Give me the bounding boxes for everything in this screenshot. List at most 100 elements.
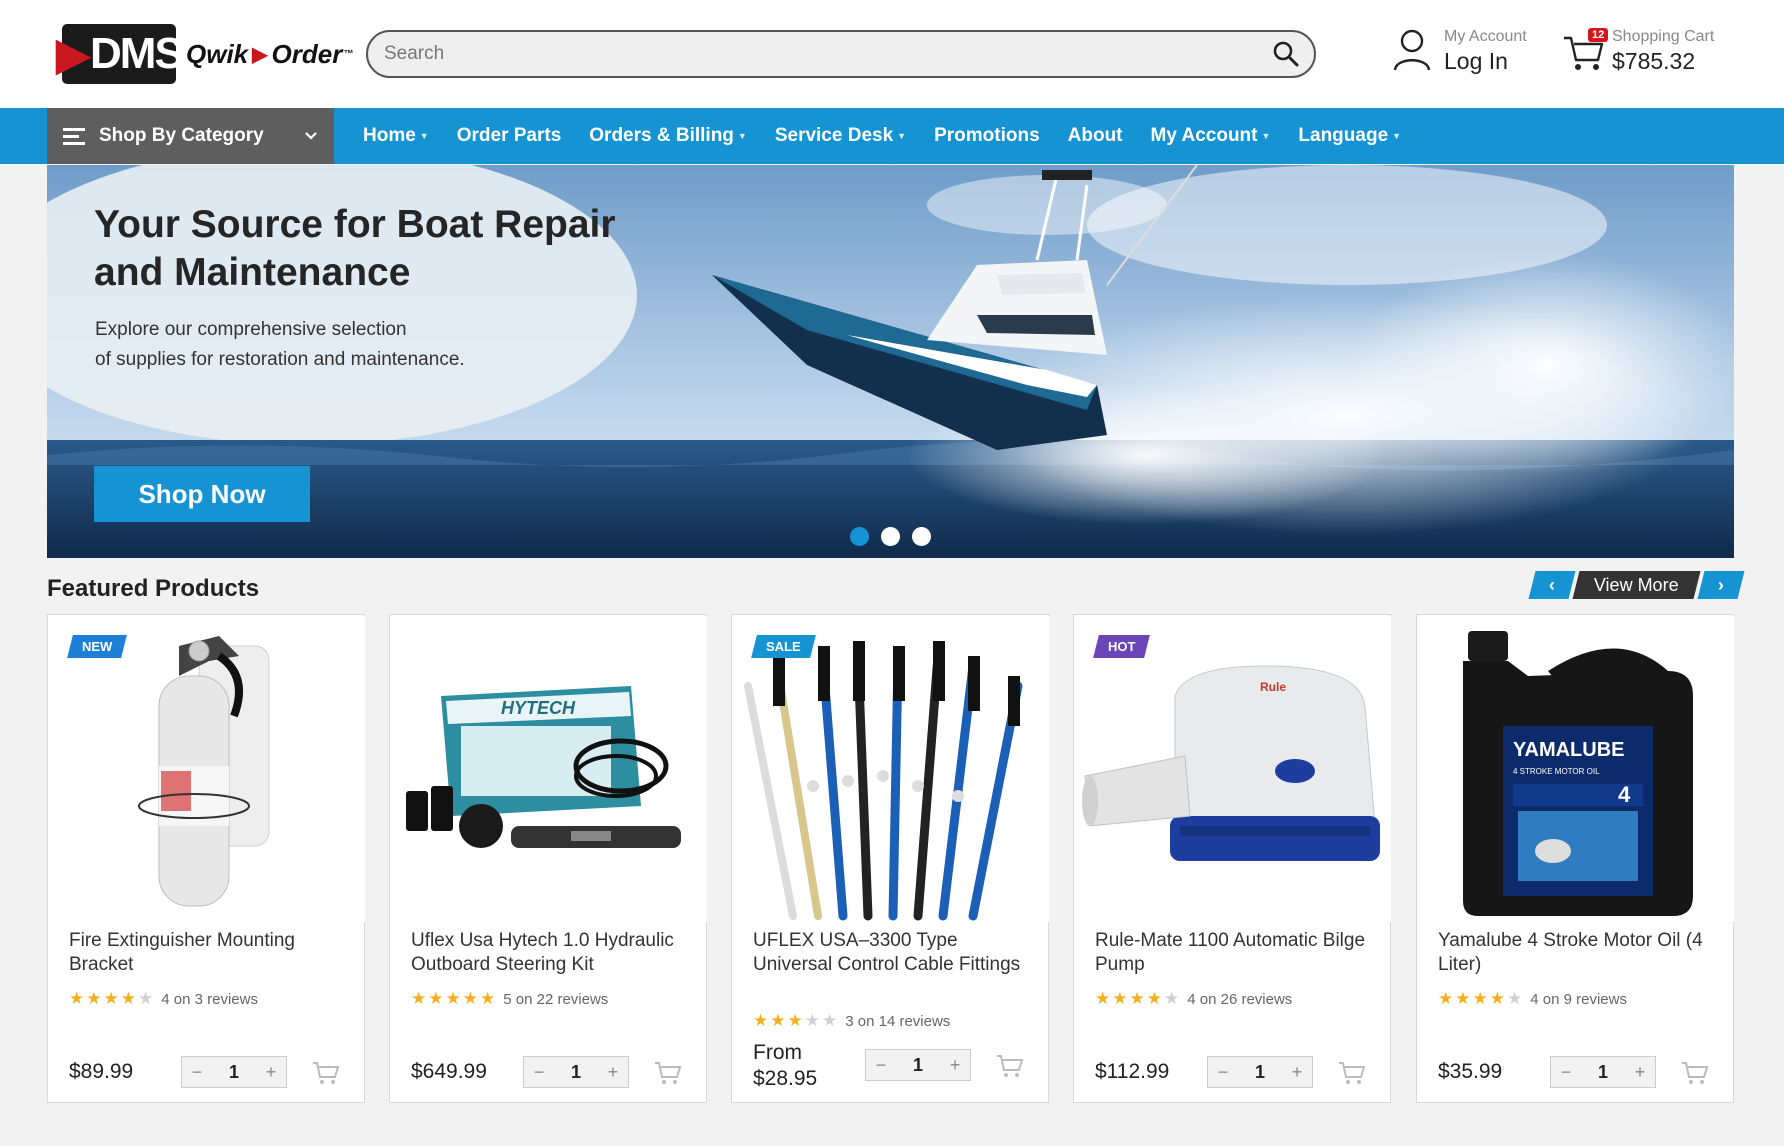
brand-logo[interactable]: ▶ DMS Qwik ▶ Order ™ (56, 24, 353, 84)
fire-extinguisher-image[interactable] (49, 616, 365, 922)
add-to-cart-icon[interactable] (1338, 1060, 1366, 1086)
shopping-cart-link[interactable]: 12 Shopping Cart $785.32 (1562, 28, 1714, 75)
next-arrow-icon[interactable]: › (1697, 571, 1745, 599)
cart-sub-label: Shopping Cart (1612, 28, 1715, 45)
hero-banner: Your Source for Boat Repair and Maintena… (47, 165, 1734, 558)
review-count: 5 on 22 reviews (503, 990, 609, 1008)
quantity-stepper: − 1 + (523, 1056, 629, 1088)
yamalube-sub-label: 4 STROKE MOTOR OIL (1513, 767, 1600, 776)
cart-count-badge: 12 (1588, 28, 1609, 42)
quantity-value[interactable]: 1 (229, 1062, 239, 1083)
caret-down-icon: ▼ (419, 131, 429, 141)
bilge-pump-image[interactable]: Rule (1075, 616, 1391, 922)
quantity-value[interactable]: 1 (1255, 1062, 1265, 1083)
quantity-stepper: − 1 + (865, 1049, 971, 1081)
product-name[interactable]: Rule-Mate 1100 Automatic Bilge Pump (1095, 929, 1375, 977)
user-icon (1392, 28, 1436, 74)
steering-kit-image[interactable]: HYTECH (391, 616, 707, 922)
nav-orders-billing[interactable]: Orders & Billing ▼ (589, 125, 747, 147)
nav-service-desk[interactable]: Service Desk ▼ (775, 125, 906, 147)
nav-language[interactable]: Language ▼ (1298, 125, 1401, 147)
decrement-button[interactable]: − (866, 1055, 896, 1076)
product-rating: ★ ★ ★ ★ ★ 5 on 22 reviews (411, 989, 608, 1009)
carousel-dot-3[interactable] (912, 527, 931, 546)
menu-icon (63, 124, 85, 149)
star-icon: ★ (462, 989, 478, 1008)
decrement-button[interactable]: − (524, 1062, 554, 1083)
star-rating: ★ ★ ★ ★ ★ (1095, 989, 1181, 1009)
featured-products-title: Featured Products (47, 575, 260, 602)
caret-down-icon: ▼ (1392, 131, 1402, 141)
hot-badge: HOT (1093, 635, 1151, 658)
search-bar (366, 30, 1316, 78)
product-name[interactable]: Uflex Usa Hytech 1.0 Hydraulic Outboard … (411, 929, 691, 977)
quantity-stepper: − 1 + (1207, 1056, 1313, 1088)
increment-button[interactable]: + (1282, 1062, 1312, 1083)
star-icon: ★ (428, 989, 444, 1008)
product-card: HYTECH Uflex Usa Hytech 1.0 Hydraulic Ou… (389, 614, 707, 1103)
quantity-value[interactable]: 1 (1598, 1062, 1608, 1083)
increment-button[interactable]: + (598, 1062, 628, 1083)
caret-down-icon: ▼ (737, 131, 747, 141)
hero-title: Your Source for Boat Repair and Maintena… (94, 203, 616, 294)
carousel-dot-1[interactable] (850, 527, 869, 546)
add-to-cart-icon[interactable] (1681, 1060, 1709, 1086)
product-rating: ★ ★ ★ ★ ★ 4 on 3 reviews (69, 989, 258, 1009)
star-icon: ★ (138, 989, 154, 1008)
decrement-button[interactable]: − (1551, 1062, 1581, 1083)
control-cable-fittings-image[interactable] (733, 616, 1049, 922)
product-price: $649.99 (411, 1060, 487, 1083)
nav-promotions[interactable]: Promotions (934, 125, 1040, 147)
nav-my-account[interactable]: My Account ▼ (1151, 125, 1271, 147)
search-icon[interactable] (1272, 40, 1300, 68)
quantity-stepper: − 1 + (1550, 1056, 1656, 1088)
nav-about[interactable]: About (1068, 125, 1123, 147)
product-rating: ★ ★ ★ ★ ★ 4 on 26 reviews (1095, 989, 1292, 1009)
nav-home[interactable]: Home ▼ (363, 125, 429, 147)
product-card: SALE UFLEX USA–3300 Type Universal Contr… (731, 614, 1049, 1103)
star-icon: ★ (1129, 989, 1145, 1008)
star-icon: ★ (103, 989, 119, 1008)
carousel-dot-2[interactable] (881, 527, 900, 546)
nav-order-parts[interactable]: Order Parts (457, 125, 562, 147)
add-to-cart-icon[interactable] (312, 1060, 340, 1086)
review-count: 4 on 26 reviews (1187, 990, 1293, 1008)
motor-oil-image[interactable]: YAMALUBE 4 STROKE MOTOR OIL 4 (1418, 616, 1734, 922)
quantity-value[interactable]: 1 (571, 1062, 581, 1083)
star-icon: ★ (787, 1011, 803, 1030)
view-more-button[interactable]: View More (1572, 571, 1701, 599)
add-to-cart-icon[interactable] (654, 1060, 682, 1086)
account-sub-label: My Account (1444, 28, 1527, 45)
add-to-cart-icon[interactable] (996, 1053, 1024, 1079)
login-label: Log In (1444, 48, 1508, 74)
decrement-button[interactable]: − (182, 1062, 212, 1083)
star-icon: ★ (1095, 989, 1111, 1008)
site-header: ▶DMS Qwik▶Order™ My Account Log In 12 Sh… (0, 0, 1784, 108)
prev-arrow-icon[interactable]: ‹ (1528, 571, 1576, 599)
sale-badge: SALE (751, 635, 816, 658)
product-name[interactable]: UFLEX USA–3300 Type Universal Control Ca… (753, 929, 1033, 977)
nav-items: Home ▼ Order Parts Orders & Billing ▼ Serv… (363, 108, 1429, 164)
product-name[interactable]: Fire Extinguisher Mounting Bracket (69, 929, 349, 977)
increment-button[interactable]: + (1625, 1062, 1655, 1083)
quantity-value[interactable]: 1 (913, 1055, 923, 1076)
star-icon: ★ (69, 989, 85, 1008)
increment-button[interactable]: + (940, 1055, 970, 1076)
account-link[interactable]: My Account Log In (1392, 28, 1527, 75)
review-count: 4 on 3 reviews (161, 990, 258, 1008)
decrement-button[interactable]: − (1208, 1062, 1238, 1083)
review-count: 4 on 9 reviews (1530, 990, 1627, 1008)
svg-text:Rule: Rule (1260, 680, 1286, 694)
chevron-down-icon (305, 132, 317, 140)
shop-now-button[interactable]: Shop Now (94, 466, 310, 522)
increment-button[interactable]: + (256, 1062, 286, 1083)
shop-by-category-button[interactable]: Shop By Category (47, 108, 334, 164)
product-card: YAMALUBE 4 STROKE MOTOR OIL 4 Yamalube 4… (1416, 614, 1734, 1103)
star-icon: ★ (1507, 989, 1523, 1008)
yamalube-label: YAMALUBE (1513, 739, 1625, 761)
search-input[interactable] (368, 32, 1228, 76)
caret-down-icon: ▼ (897, 131, 907, 141)
hero-subtitle: Explore our comprehensive selection of su… (95, 319, 465, 370)
product-card: Rule HOT Rule-Mate 1100 Automatic Bilge … (1073, 614, 1391, 1103)
product-name[interactable]: Yamalube 4 Stroke Motor Oil (4 Liter) (1438, 929, 1718, 977)
